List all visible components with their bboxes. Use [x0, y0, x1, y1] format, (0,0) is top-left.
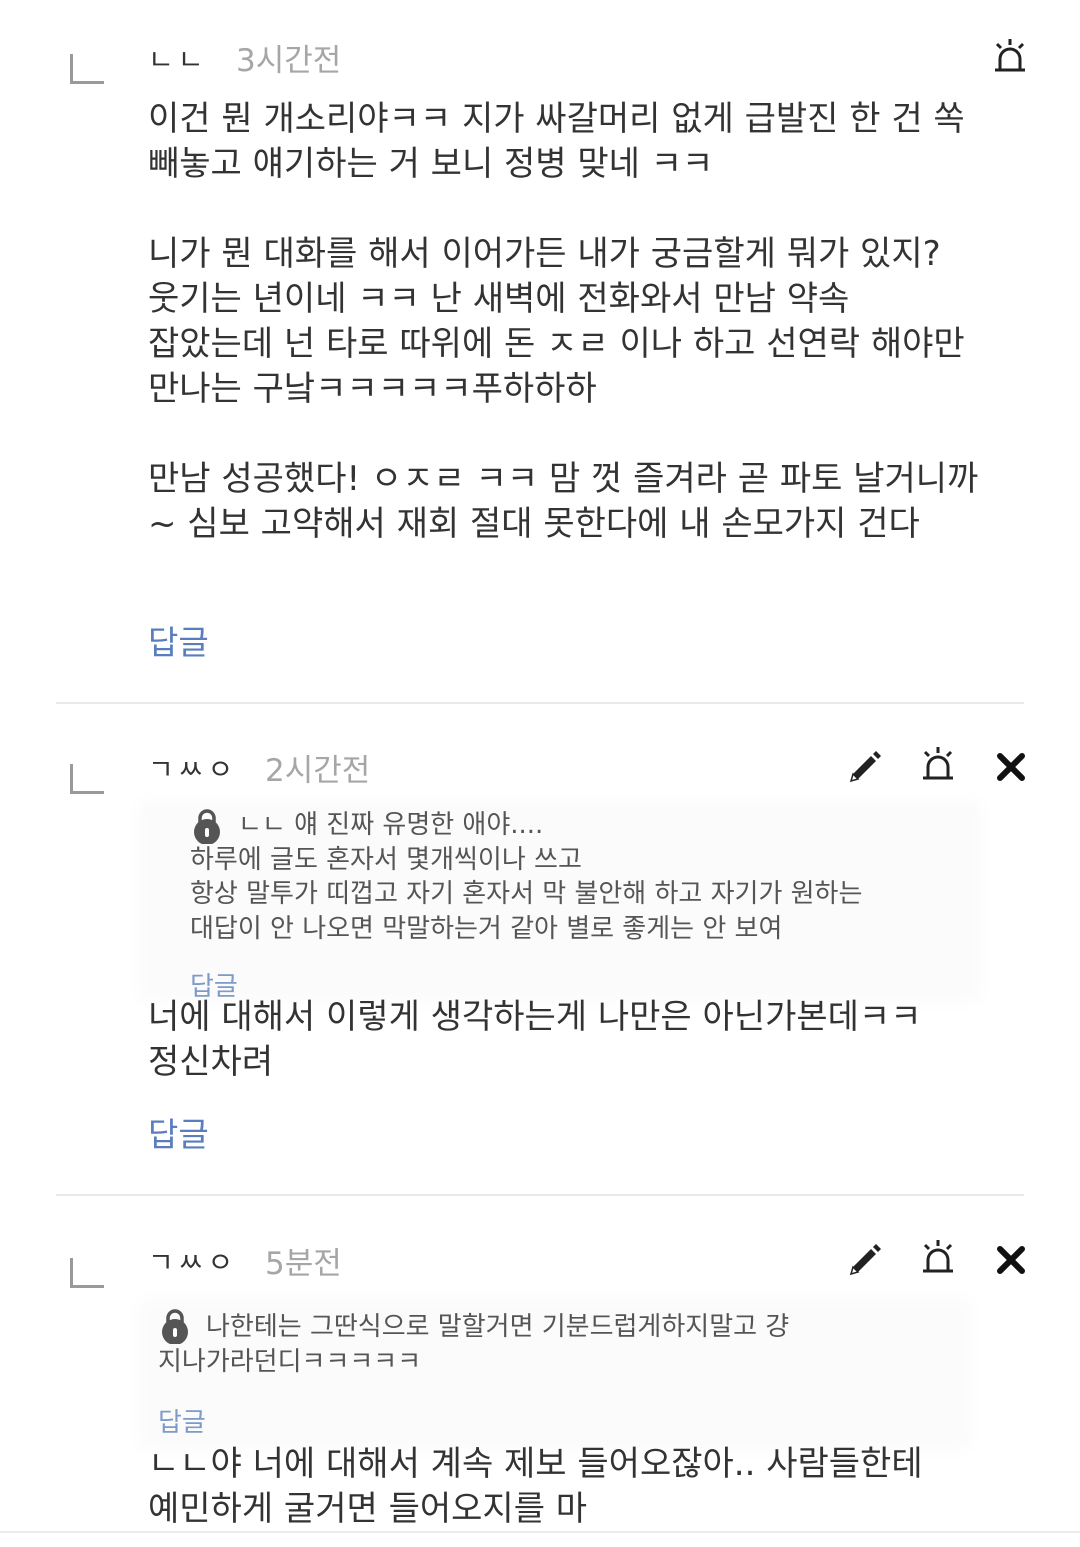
divider [56, 1194, 1024, 1196]
pencil-icon[interactable] [845, 746, 885, 786]
bottom-border [0, 1531, 1080, 1533]
reply-link[interactable]: 답글 [148, 1108, 209, 1156]
siren-icon[interactable] [918, 745, 958, 785]
comment-nickname: ㄱㅆㅇ [148, 753, 238, 786]
reply-link[interactable]: 답글 [148, 616, 209, 664]
quoted-comment-text: 나한테는 그딴식으로 말할거면 기분드럽게하지말고 걍 지나가라던디ㅋㅋㅋㅋㅋ [158, 1312, 790, 1377]
comment-nickname: ㄱㅆㅇ [148, 1246, 238, 1279]
quoted-comment: 나한테는 그딴식으로 말할거면 기분드럽게하지말고 걍 지나가라던디ㅋㅋㅋㅋㅋ … [150, 1309, 960, 1439]
pencil-icon[interactable] [845, 1239, 885, 1279]
close-icon[interactable] [991, 1240, 1031, 1280]
comment-time: 2시간전 [265, 753, 371, 789]
siren-icon[interactable] [990, 37, 1030, 77]
quoted-comment: ㄴㄴ 얘 진짜 유명한 애야.... 하루에 글도 혼자서 몇개씩이나 쓰고 항… [150, 809, 970, 1002]
close-icon[interactable] [991, 747, 1031, 787]
comment-time: 5분전 [265, 1246, 342, 1282]
reply-indent-mark [70, 54, 104, 84]
quoted-comment-text: ㄴㄴ 얘 진짜 유명한 애야.... 하루에 글도 혼자서 몇개씩이나 쓰고 항… [190, 810, 863, 944]
divider [56, 702, 1024, 704]
comment-nickname: ㄴㄴ [148, 43, 208, 76]
reply-indent-mark [70, 1258, 104, 1288]
comment-body: 너에 대해서 이렇게 생각하는게 나만은 아닌가본데ㅋㅋ 정신차려 [148, 997, 922, 1082]
quoted-reply-link[interactable]: 답글 [158, 1402, 206, 1439]
reply-indent-mark [70, 764, 104, 794]
comment-body: ㄴㄴ야 너에 대해서 계속 제보 들어오잖아.. 사람들한테 예민하게 굴거면 … [148, 1444, 923, 1529]
siren-icon[interactable] [918, 1238, 958, 1278]
comment-body: 이건 뭔 개소리야ㅋㅋ 지가 싸갈머리 없게 급발진 한 건 쏙 빼놓고 얘기하… [148, 99, 979, 544]
comment-time: 3시간전 [236, 43, 342, 79]
